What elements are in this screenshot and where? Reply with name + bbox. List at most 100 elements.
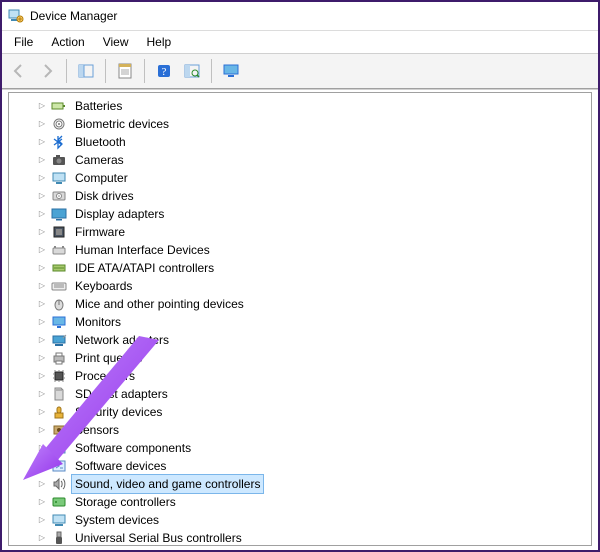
chevron-right-icon[interactable]: ▷ bbox=[35, 349, 49, 367]
chevron-right-icon[interactable]: ▷ bbox=[35, 367, 49, 385]
tree-item-disk[interactable]: ▷ Disk drives bbox=[15, 187, 591, 205]
tree-item-sound[interactable]: ▷ Sound, video and game controllers bbox=[15, 475, 591, 493]
computer-icon bbox=[51, 170, 67, 186]
tree-item-swcomp[interactable]: ▷ Software components bbox=[15, 439, 591, 457]
tree-item-display[interactable]: ▷ Display adapters bbox=[15, 205, 591, 223]
tree-item-label: Security devices bbox=[71, 402, 166, 422]
menu-action[interactable]: Action bbox=[43, 33, 92, 51]
tree-item-processor[interactable]: ▷ Processors bbox=[15, 367, 591, 385]
storage-icon bbox=[51, 494, 67, 510]
tree-item-label: Disk drives bbox=[71, 186, 138, 206]
chevron-right-icon[interactable]: ▷ bbox=[35, 457, 49, 475]
toolbar-separator bbox=[66, 59, 67, 83]
tree-item-sd[interactable]: ▷ SD host adapters bbox=[15, 385, 591, 403]
show-hide-tree-button[interactable] bbox=[73, 58, 99, 84]
chevron-right-icon[interactable]: ▷ bbox=[35, 403, 49, 421]
chevron-right-icon[interactable]: ▷ bbox=[35, 241, 49, 259]
tree-item-label: Batteries bbox=[71, 96, 126, 116]
tree-item-label: Cameras bbox=[71, 150, 128, 170]
chevron-right-icon[interactable]: ▷ bbox=[35, 385, 49, 403]
chevron-right-icon[interactable]: ▷ bbox=[35, 277, 49, 295]
chevron-right-icon[interactable]: ▷ bbox=[35, 169, 49, 187]
sensor-icon bbox=[51, 422, 67, 438]
menu-bar: File Action View Help bbox=[2, 31, 598, 53]
scan-hardware-button[interactable] bbox=[179, 58, 205, 84]
tree-item-label: Mice and other pointing devices bbox=[71, 294, 248, 314]
chevron-right-icon[interactable]: ▷ bbox=[35, 313, 49, 331]
tree-item-keyboard[interactable]: ▷Keyboards bbox=[15, 277, 591, 295]
chevron-right-icon[interactable]: ▷ bbox=[35, 151, 49, 169]
tree-item-camera[interactable]: ▷ Cameras bbox=[15, 151, 591, 169]
tree-item-hid[interactable]: ▷Human Interface Devices bbox=[15, 241, 591, 259]
keyboard-icon bbox=[51, 278, 67, 294]
chevron-right-icon[interactable]: ▷ bbox=[35, 295, 49, 313]
tree-item-security[interactable]: ▷ Security devices bbox=[15, 403, 591, 421]
camera-icon bbox=[51, 152, 67, 168]
chevron-right-icon[interactable]: ▷ bbox=[35, 475, 49, 493]
tree-item-label: Display adapters bbox=[71, 204, 168, 224]
security-icon bbox=[51, 404, 67, 420]
device-tree[interactable]: ▷Batteries▷Biometric devices▷Bluetooth▷C… bbox=[15, 97, 591, 546]
usb-icon bbox=[51, 530, 67, 546]
tree-item-biometric[interactable]: ▷ Biometric devices bbox=[15, 115, 591, 133]
display-icon bbox=[51, 206, 67, 222]
properties-button[interactable] bbox=[112, 58, 138, 84]
chevron-right-icon[interactable]: ▷ bbox=[35, 439, 49, 457]
tree-item-label: Sound, video and game controllers bbox=[71, 474, 264, 494]
menu-view[interactable]: View bbox=[95, 33, 137, 51]
help-button[interactable]: ? bbox=[151, 58, 177, 84]
chevron-right-icon[interactable]: ▷ bbox=[35, 421, 49, 439]
tree-item-swdev[interactable]: ▷ Software devices bbox=[15, 457, 591, 475]
toolbar-separator bbox=[105, 59, 106, 83]
chevron-right-icon[interactable]: ▷ bbox=[35, 511, 49, 529]
tree-item-label: Processors bbox=[71, 366, 139, 386]
tree-item-firmware[interactable]: ▷Firmware bbox=[15, 223, 591, 241]
menu-file[interactable]: File bbox=[6, 33, 41, 51]
tree-item-monitor[interactable]: ▷ Monitors bbox=[15, 313, 591, 331]
chevron-right-icon[interactable]: ▷ bbox=[35, 187, 49, 205]
monitor-icon bbox=[51, 314, 67, 330]
menu-help[interactable]: Help bbox=[139, 33, 180, 51]
sd-icon bbox=[51, 386, 67, 402]
bluetooth-icon bbox=[51, 134, 67, 150]
hid-icon bbox=[51, 242, 67, 258]
tree-item-ide[interactable]: ▷IDE ATA/ATAPI controllers bbox=[15, 259, 591, 277]
tree-item-storage[interactable]: ▷Storage controllers bbox=[15, 493, 591, 511]
tree-item-mouse[interactable]: ▷ Mice and other pointing devices bbox=[15, 295, 591, 313]
firmware-icon bbox=[51, 224, 67, 240]
chevron-right-icon[interactable]: ▷ bbox=[35, 115, 49, 133]
chevron-right-icon[interactable]: ▷ bbox=[35, 259, 49, 277]
chevron-right-icon[interactable]: ▷ bbox=[35, 97, 49, 115]
printer-icon bbox=[51, 350, 67, 366]
swcomp-icon bbox=[51, 440, 67, 456]
tree-item-sensor[interactable]: ▷Sensors bbox=[15, 421, 591, 439]
tree-item-printer[interactable]: ▷ Print queues bbox=[15, 349, 591, 367]
mouse-icon bbox=[51, 296, 67, 312]
forward-button[interactable] bbox=[34, 58, 60, 84]
tree-item-battery[interactable]: ▷ Batteries bbox=[15, 97, 591, 115]
tree-item-bluetooth[interactable]: ▷Bluetooth bbox=[15, 133, 591, 151]
tree-item-label: SD host adapters bbox=[71, 384, 172, 404]
title-bar: Device Manager bbox=[2, 2, 598, 31]
disk-icon bbox=[51, 188, 67, 204]
tree-item-label: Software devices bbox=[71, 456, 170, 476]
chevron-right-icon[interactable]: ▷ bbox=[35, 223, 49, 241]
tree-item-usb[interactable]: ▷Universal Serial Bus controllers bbox=[15, 529, 591, 546]
battery-icon bbox=[51, 98, 67, 114]
chevron-right-icon[interactable]: ▷ bbox=[35, 331, 49, 349]
device-tree-panel: ▷Batteries▷Biometric devices▷Bluetooth▷C… bbox=[8, 92, 592, 546]
chevron-right-icon[interactable]: ▷ bbox=[35, 133, 49, 151]
back-button[interactable] bbox=[6, 58, 32, 84]
chevron-right-icon[interactable]: ▷ bbox=[35, 529, 49, 546]
tree-item-label: Print queues bbox=[71, 348, 146, 368]
tree-item-network[interactable]: ▷Network adapters bbox=[15, 331, 591, 349]
window-title: Device Manager bbox=[30, 9, 117, 23]
chevron-right-icon[interactable]: ▷ bbox=[35, 493, 49, 511]
tree-item-label: Software components bbox=[71, 438, 195, 458]
tree-item-computer[interactable]: ▷Computer bbox=[15, 169, 591, 187]
tree-item-label: Monitors bbox=[71, 312, 125, 332]
tree-item-system[interactable]: ▷System devices bbox=[15, 511, 591, 529]
chevron-right-icon[interactable]: ▷ bbox=[35, 205, 49, 223]
tree-item-label: Biometric devices bbox=[71, 114, 173, 134]
monitor-button[interactable] bbox=[218, 58, 244, 84]
